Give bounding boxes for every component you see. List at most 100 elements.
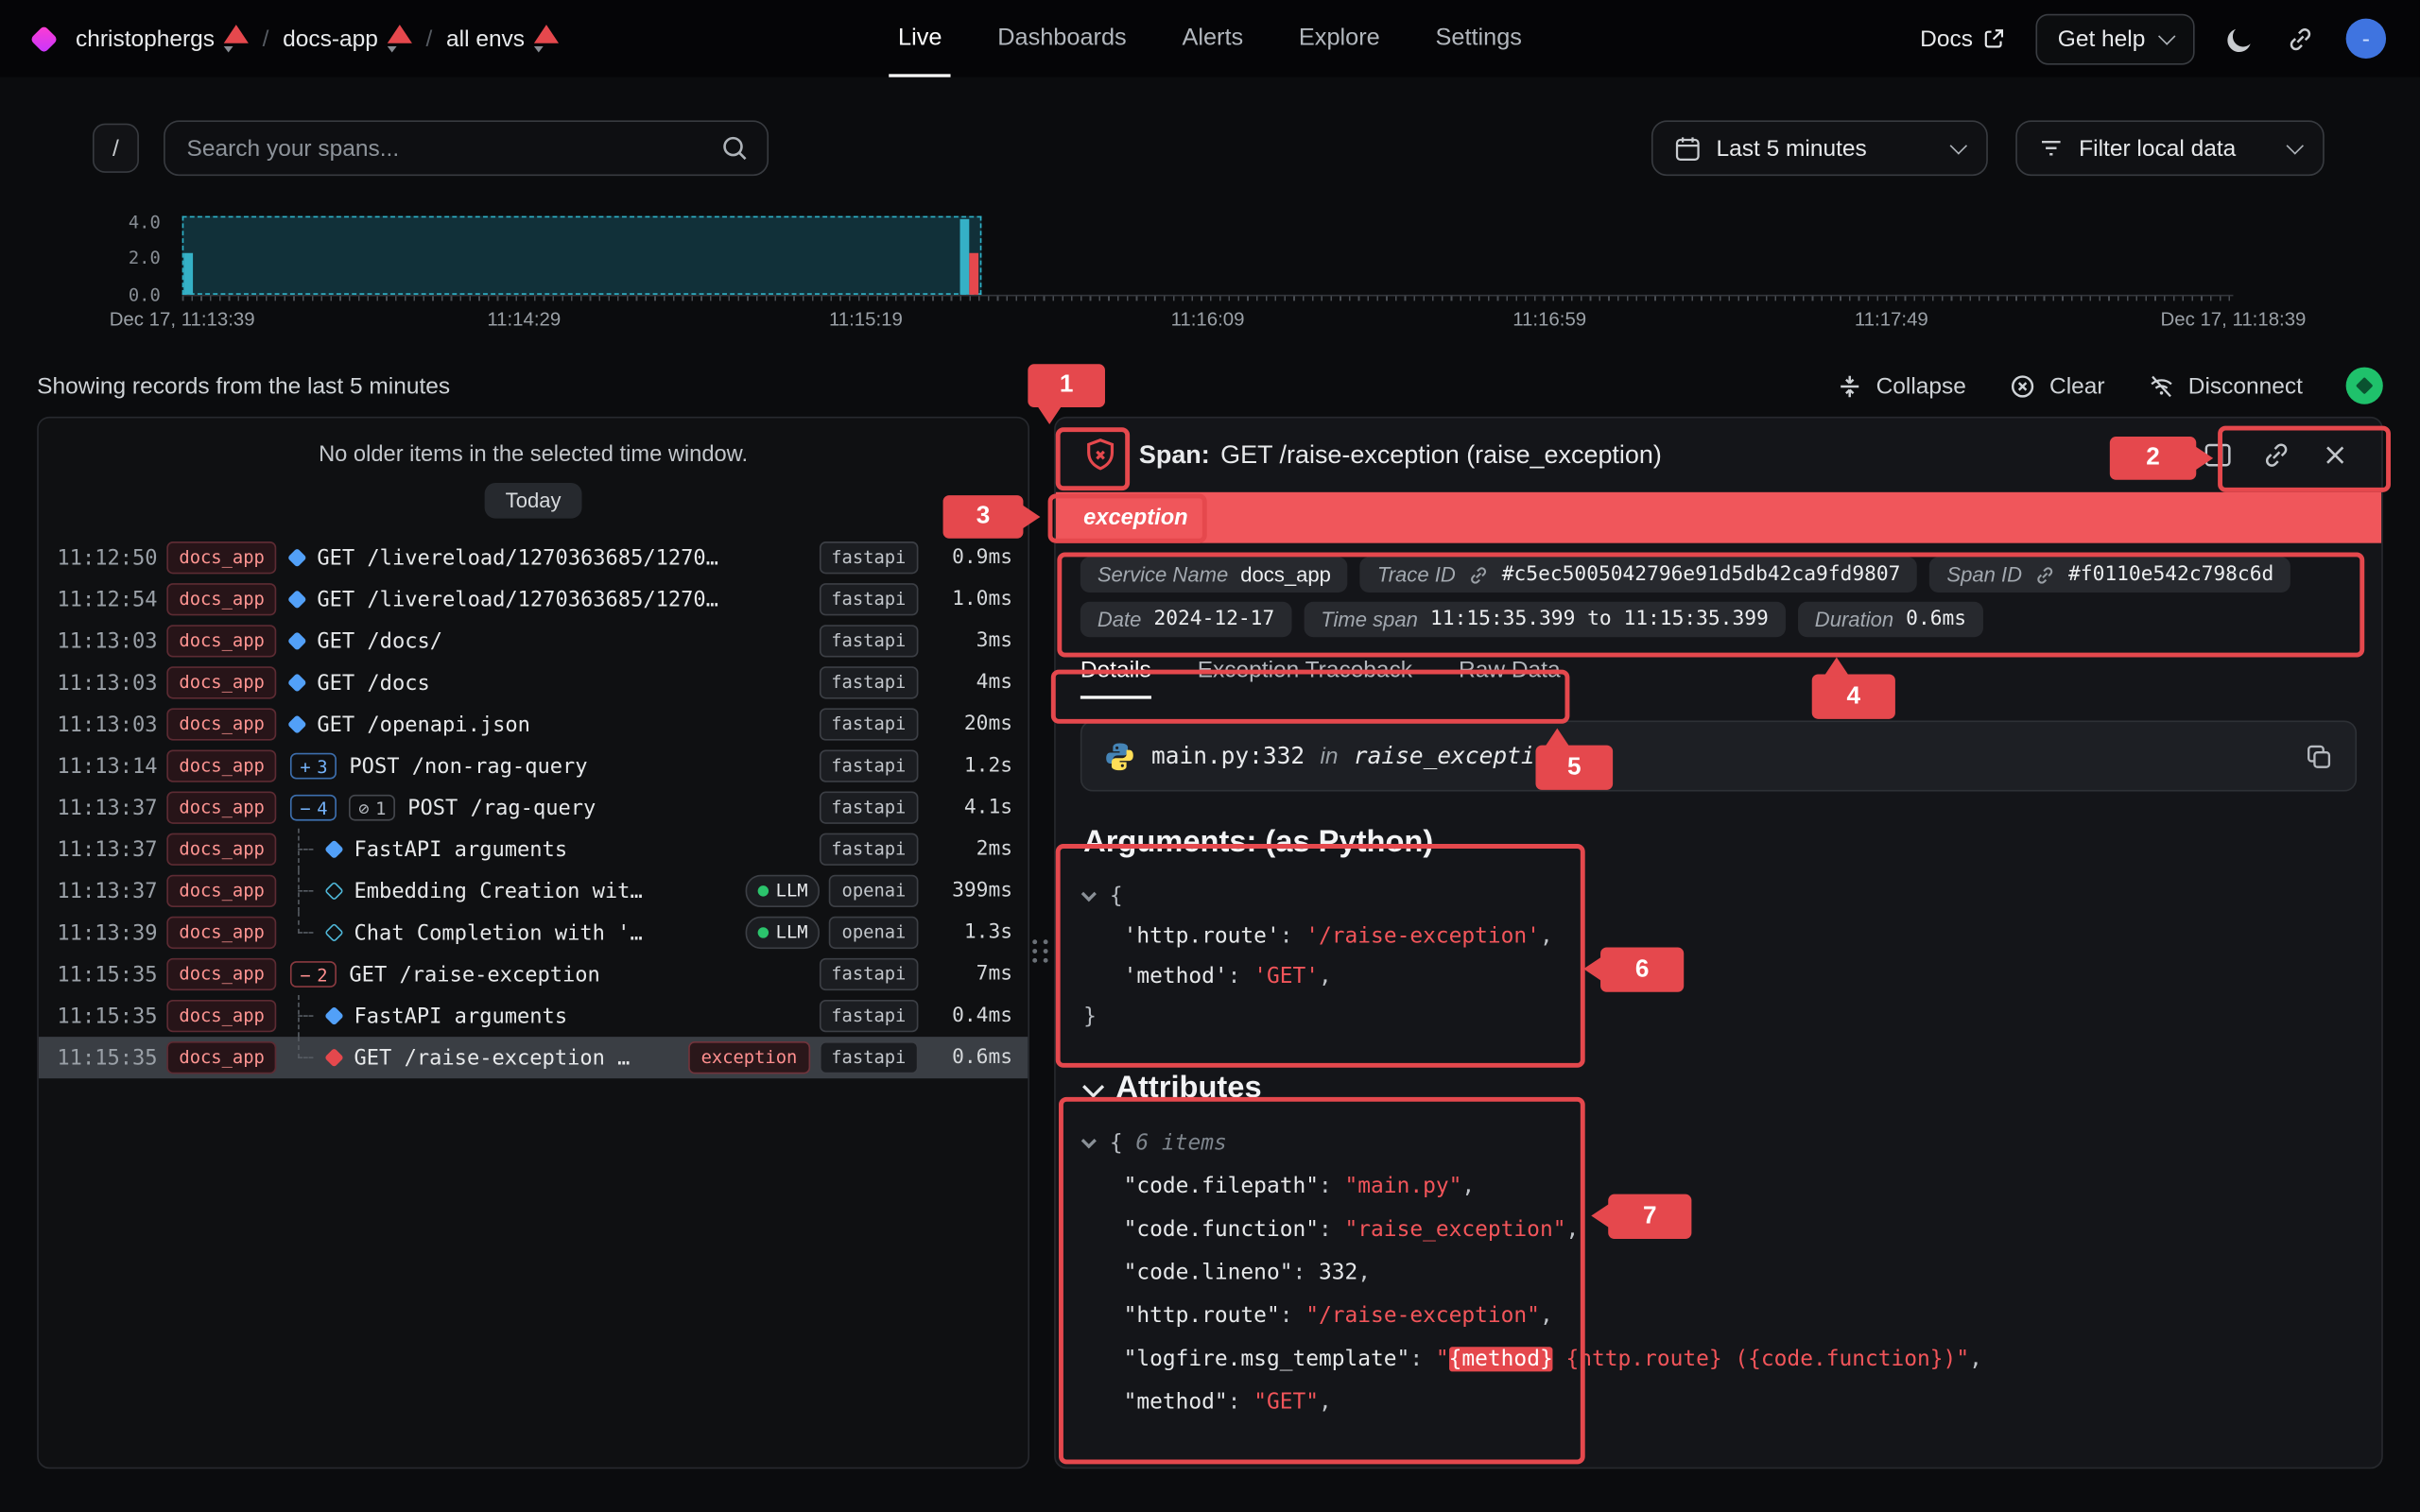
dark-mode-toggle[interactable] — [2225, 24, 2255, 53]
disconnect-label: Disconnect — [2188, 372, 2303, 399]
row-duration: 0.4ms — [932, 1005, 1012, 1027]
children-toggle-badge[interactable]: +3 — [291, 753, 337, 780]
service-pill: docs_app — [166, 958, 277, 989]
span-histogram: 4.02.00.0Dec 17, 11:13:3911:14:2911:15:1… — [0, 200, 2420, 354]
collapse-button[interactable]: Collapse — [1836, 372, 1966, 399]
row-time: 11:15:35 — [57, 962, 152, 987]
row-main: GET /openapi.json — [291, 712, 805, 736]
chip-value: 11:15:35.399 to 11:15:35.399 — [1430, 608, 1769, 630]
nav-settings[interactable]: Settings — [1436, 0, 1522, 77]
nav-dashboards[interactable]: Dashboards — [997, 0, 1126, 77]
chip-value: #c5ec5005042796e91d5db42ca9fd9807 — [1502, 563, 1901, 586]
breadcrumb: christophergs / docs-app / all envs — [34, 25, 559, 52]
row-tags: fastapi — [819, 792, 918, 823]
avatar[interactable]: - — [2346, 19, 2386, 59]
row-duration: 4ms — [932, 671, 1012, 694]
span-kind-icon — [325, 881, 345, 901]
row-duration: 4.1s — [932, 796, 1012, 818]
clear-button[interactable]: Clear — [2010, 372, 2105, 399]
row-duration: 1.3s — [932, 921, 1012, 944]
children-toggle-badge[interactable]: −4 — [291, 795, 337, 821]
exception-banner: exception — [1056, 492, 2381, 543]
trace-row[interactable]: 11:12:50docs_appGET /livereload/12703636… — [39, 537, 1028, 578]
row-main: GET /livereload/1270363685/1270… — [291, 545, 805, 570]
service-pill: docs_app — [166, 626, 277, 657]
copy-button[interactable] — [2305, 741, 2334, 770]
span-kind-icon — [325, 1048, 345, 1068]
row-main: GET /livereload/1270363685/1270… — [291, 587, 805, 611]
nav-alerts[interactable]: Alerts — [1182, 0, 1243, 77]
collapse-chevron-icon[interactable] — [1081, 1133, 1097, 1148]
trace-row[interactable]: 11:13:03docs_appGET /docs/fastapi3ms — [39, 620, 1028, 662]
row-main: Chat Completion with '… — [291, 912, 732, 954]
detail-header-actions — [2203, 439, 2357, 471]
tab-details[interactable]: Details — [1080, 644, 1151, 699]
row-main: GET /docs — [291, 670, 805, 695]
span-kind-icon — [325, 1006, 345, 1026]
logfire-logo-icon[interactable] — [30, 25, 59, 53]
trace-row[interactable]: 11:15:35docs_appGET /raise-exception …ex… — [39, 1037, 1028, 1078]
collapse-chevron-icon[interactable] — [1081, 886, 1097, 902]
histogram-plot[interactable] — [182, 216, 2234, 297]
filter-button[interactable]: Filter local data — [2015, 120, 2325, 176]
breadcrumb-separator: / — [426, 26, 433, 52]
row-duration: 2ms — [932, 838, 1012, 861]
docs-link[interactable]: Docs — [1920, 26, 2005, 52]
tag-openai: openai — [829, 917, 918, 948]
live-indicator-button[interactable] — [2346, 368, 2383, 404]
trace-row[interactable]: 11:13:03docs_appGET /openapi.jsonfastapi… — [39, 703, 1028, 745]
trace-row[interactable]: 11:13:03docs_appGET /docsfastapi4ms — [39, 662, 1028, 703]
trace-row[interactable]: 11:13:39docs_appChat Completion with '…L… — [39, 912, 1028, 954]
tag-fastapi: fastapi — [819, 626, 918, 657]
today-pill[interactable]: Today — [485, 483, 580, 519]
trace-row[interactable]: 11:12:54docs_appGET /livereload/12703636… — [39, 578, 1028, 620]
service-pill: docs_app — [166, 709, 277, 740]
llm-status-dot — [757, 885, 768, 896]
trace-row[interactable]: 11:15:35docs_appFastAPI argumentsfastapi… — [39, 995, 1028, 1037]
search-input[interactable] — [187, 135, 721, 162]
selected-time-region[interactable] — [182, 216, 982, 295]
tag-exception: exception — [689, 1041, 810, 1073]
avatar-label: - — [2362, 26, 2370, 52]
dock-panel-icon[interactable] — [2203, 439, 2234, 471]
row-tags: fastapi — [819, 833, 918, 865]
trace-row[interactable]: 11:13:37docs_app−4⊘1POST /rag-queryfasta… — [39, 787, 1028, 829]
disconnect-button[interactable]: Disconnect — [2148, 372, 2303, 399]
copy-link-icon[interactable] — [2261, 439, 2292, 471]
tab-exception-traceback[interactable]: Exception Traceback — [1198, 644, 1412, 699]
trace-row[interactable]: 11:13:37docs_appEmbedding Creation wit…L… — [39, 870, 1028, 912]
trace-list-header: No older items in the selected time wind… — [39, 418, 1028, 518]
trace-row[interactable]: 11:15:35docs_app−2GET /raise-exceptionfa… — [39, 954, 1028, 995]
trace-rows: 11:12:50docs_appGET /livereload/12703636… — [39, 537, 1028, 1078]
breadcrumb-separator: / — [263, 26, 269, 52]
chip-value: docs_app — [1240, 563, 1331, 586]
chevron-down-icon — [2287, 137, 2304, 154]
chevron-down-icon — [2158, 27, 2175, 44]
panel-resize-handle[interactable] — [1031, 926, 1051, 975]
tab-raw-data[interactable]: Raw Data — [1459, 644, 1561, 699]
children-toggle-badge[interactable]: −2 — [291, 961, 337, 988]
nav-explore[interactable]: Explore — [1299, 0, 1380, 77]
breadcrumb-item-docs-app[interactable]: docs-app — [283, 25, 412, 52]
x-tick: Dec 17, 11:13:39 — [110, 309, 255, 331]
time-range-button[interactable]: Last 5 minutes — [1651, 120, 1988, 176]
x-tick: 11:16:09 — [1171, 309, 1245, 331]
breadcrumb-item-all-envs[interactable]: all envs — [446, 25, 559, 52]
breadcrumb-items: christophergs / docs-app / all envs — [76, 25, 559, 52]
tag-fastapi: fastapi — [819, 750, 918, 782]
nav-live[interactable]: Live — [898, 0, 942, 77]
exception-shield-icon — [1080, 435, 1120, 474]
meta-chip-trace-id[interactable]: Trace ID#c5ec5005042796e91d5db42ca9fd980… — [1360, 557, 1917, 593]
close-icon[interactable] — [2320, 439, 2351, 471]
trace-row[interactable]: 11:13:37docs_appFastAPI argumentsfastapi… — [39, 829, 1028, 870]
attributes-heading[interactable]: Attributes — [1083, 1071, 2354, 1107]
share-link-button[interactable] — [2286, 24, 2315, 53]
hidden-count-badge[interactable]: ⊘1 — [349, 795, 395, 821]
code-line: { 6 items — [1083, 1122, 2354, 1165]
get-help-button[interactable]: Get help — [2036, 13, 2195, 64]
trace-row[interactable]: 11:13:14docs_app+3POST /non-rag-queryfas… — [39, 746, 1028, 787]
tag-fastapi: fastapi — [819, 833, 918, 865]
meta-chip-span-id[interactable]: Span ID#f0110e542c798c6d — [1929, 557, 2290, 593]
x-tick: 11:16:59 — [1512, 309, 1586, 331]
breadcrumb-item-christophergs[interactable]: christophergs — [76, 25, 249, 52]
